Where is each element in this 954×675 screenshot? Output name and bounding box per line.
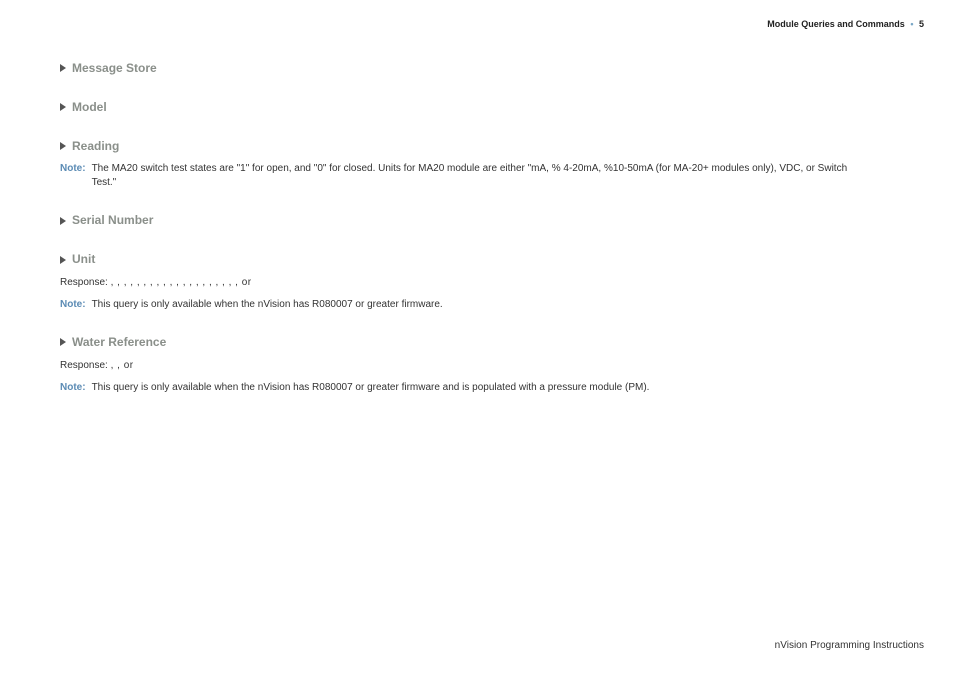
section-serial-number: Serial Number (60, 212, 894, 229)
response-label: Response: (60, 277, 108, 288)
triangle-right-icon (60, 256, 66, 264)
response-body: , , or (111, 360, 134, 371)
note-text: This query is only available when the nV… (92, 381, 650, 395)
triangle-right-icon (60, 217, 66, 225)
header-section-title: Module Queries and Commands (767, 19, 905, 29)
triangle-right-icon (60, 103, 66, 111)
section-message-store: Message Store (60, 60, 894, 77)
note-text: The MA20 switch test states are "1" for … (92, 162, 852, 190)
section-title-text: Message Store (72, 60, 157, 77)
section-unit: Unit Response: , , , , , , , , , , , , ,… (60, 251, 894, 312)
section-head-reading[interactable]: Reading (60, 138, 894, 155)
response-row: Response: , , or (60, 359, 894, 373)
section-title-text: Serial Number (72, 212, 153, 229)
note-label: Note: (60, 162, 86, 190)
footer-text: nVision Programming Instructions (775, 640, 924, 651)
note-text: This query is only available when the nV… (92, 298, 443, 312)
response-row: Response: , , , , , , , , , , , , , , , … (60, 276, 894, 290)
page-footer-right: nVision Programming Instructions (775, 639, 924, 653)
section-title-text: Unit (72, 251, 95, 268)
note-row: Note: The MA20 switch test states are "1… (60, 162, 894, 190)
content-area: Message Store Model Reading Note: The MA… (60, 60, 894, 395)
section-head-water-reference[interactable]: Water Reference (60, 334, 894, 351)
document-page: Module Queries and Commands • 5 Message … (0, 0, 954, 675)
section-title-text: Reading (72, 138, 119, 155)
response-body: , , , , , , , , , , , , , , , , , , , , … (111, 277, 252, 288)
section-head-serial-number[interactable]: Serial Number (60, 212, 894, 229)
section-title-text: Model (72, 99, 107, 116)
triangle-right-icon (60, 142, 66, 150)
triangle-right-icon (60, 338, 66, 346)
page-header-right: Module Queries and Commands • 5 (767, 18, 924, 31)
section-title-text: Water Reference (72, 334, 166, 351)
section-head-message-store[interactable]: Message Store (60, 60, 894, 77)
triangle-right-icon (60, 64, 66, 72)
section-head-unit[interactable]: Unit (60, 251, 894, 268)
response-label: Response: (60, 360, 108, 371)
section-model: Model (60, 99, 894, 116)
bullet-icon: • (910, 19, 913, 29)
section-head-model[interactable]: Model (60, 99, 894, 116)
note-label: Note: (60, 381, 86, 395)
header-page-number: 5 (919, 19, 924, 29)
note-row: Note: This query is only available when … (60, 298, 894, 312)
section-reading: Reading Note: The MA20 switch test state… (60, 138, 894, 191)
section-water-reference: Water Reference Response: , , or Note: T… (60, 334, 894, 395)
note-row: Note: This query is only available when … (60, 381, 894, 395)
note-label: Note: (60, 298, 86, 312)
